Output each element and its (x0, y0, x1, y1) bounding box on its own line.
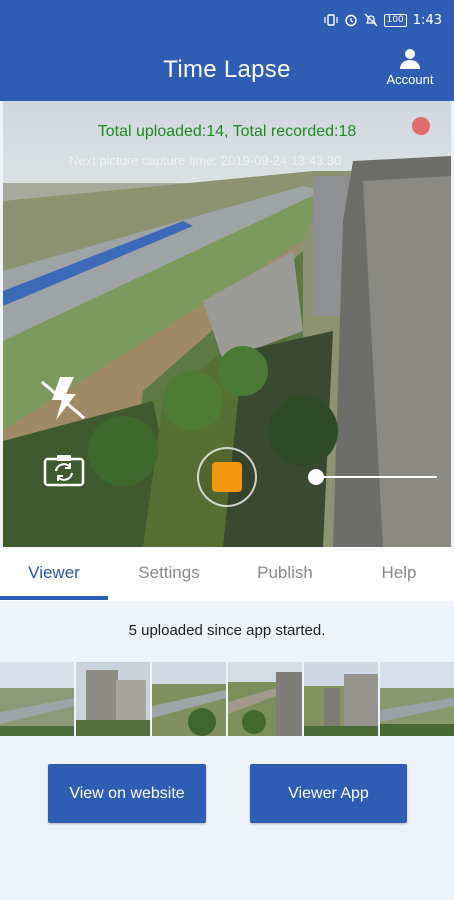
clock: 1:43 (412, 12, 442, 28)
viewer-app-button[interactable]: Viewer App (250, 764, 407, 823)
thumbnail-image[interactable] (304, 662, 378, 736)
thumbnail-image[interactable] (76, 662, 150, 736)
app-header: 100 1:43 Time Lapse Account (0, 0, 454, 101)
flash-off-icon[interactable] (38, 372, 90, 429)
vibrate-icon (324, 13, 338, 27)
thumbnail-image[interactable] (152, 662, 226, 736)
tab-bar: Viewer Settings Publish Help (0, 547, 454, 601)
thumbnail-image[interactable] (0, 662, 74, 736)
account-button[interactable]: Account (382, 48, 438, 87)
zoom-slider-track[interactable] (317, 476, 437, 478)
notifications-off-icon (364, 13, 378, 27)
upload-count-message: 5 uploaded since app started. (128, 622, 326, 639)
zoom-slider-handle[interactable] (308, 469, 324, 485)
next-capture-time: Next picture capture time: 2019-09-24 13… (69, 153, 342, 168)
tab-viewer[interactable]: Viewer (0, 563, 108, 583)
account-label: Account (386, 72, 434, 87)
thumbnail-image[interactable] (228, 662, 302, 736)
status-bar: 100 1:43 (324, 10, 442, 30)
record-button[interactable] (197, 447, 257, 507)
account-icon (400, 49, 420, 69)
switch-camera-icon[interactable] (43, 453, 85, 492)
tab-publish[interactable]: Publish (230, 563, 340, 583)
battery-icon: 100 (383, 13, 407, 27)
tab-help[interactable]: Help (344, 563, 454, 583)
thumbnail-image[interactable] (380, 662, 454, 736)
view-on-website-button[interactable]: View on website (48, 764, 206, 823)
recording-indicator (412, 117, 430, 135)
alarm-icon (344, 13, 358, 27)
thumbnail-strip (0, 662, 454, 736)
camera-preview[interactable]: Total uploaded:14, Total recorded:18 Nex… (3, 101, 451, 547)
active-tab-indicator (0, 596, 108, 600)
upload-record-stats: Total uploaded:14, Total recorded:18 (97, 123, 357, 140)
tab-settings[interactable]: Settings (114, 563, 224, 583)
stop-icon (212, 462, 242, 492)
